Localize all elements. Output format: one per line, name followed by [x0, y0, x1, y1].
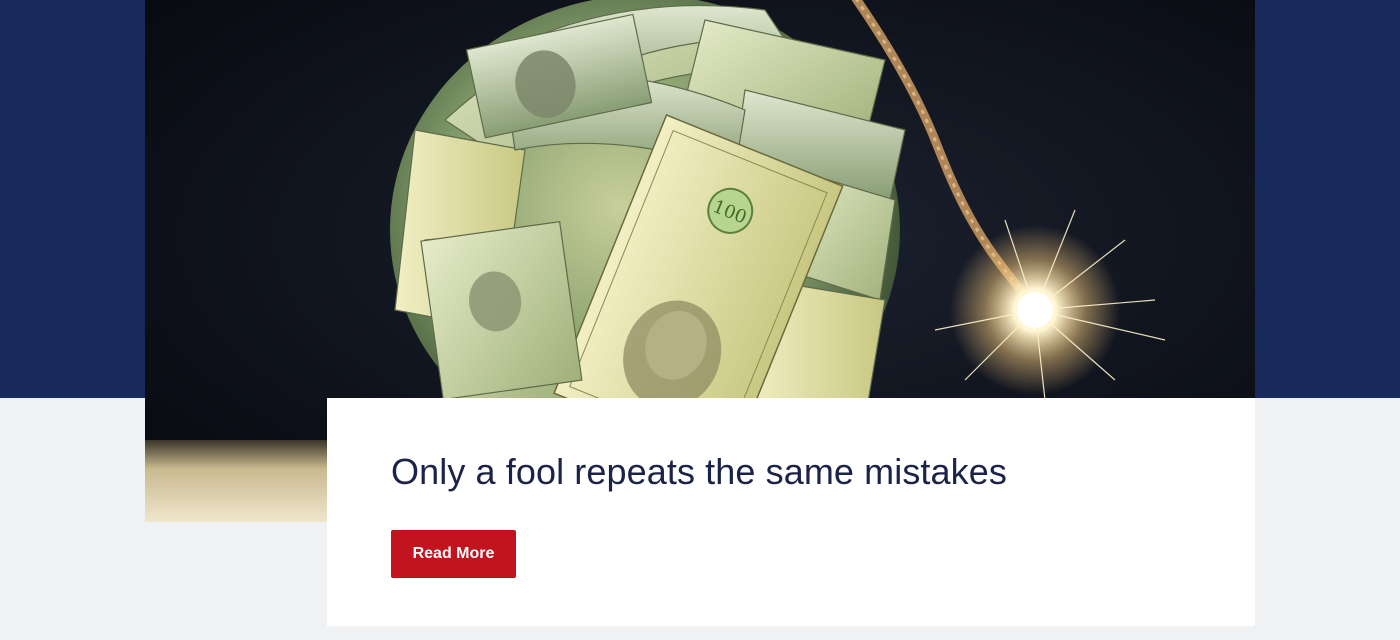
- read-more-button[interactable]: Read More: [391, 530, 516, 578]
- article-title: Only a fool repeats the same mistakes: [391, 451, 1007, 492]
- article-card: Only a fool repeats the same mistakes Re…: [327, 398, 1255, 626]
